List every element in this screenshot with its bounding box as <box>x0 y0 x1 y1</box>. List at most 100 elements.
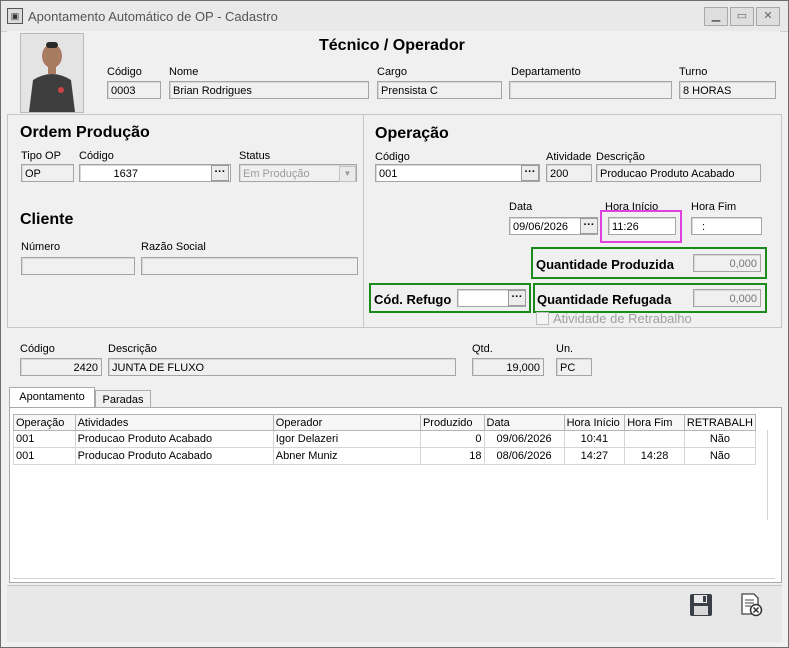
descricao-label: Descrição <box>596 151 645 163</box>
title-bar: ▣ Apontamento Automático de OP - Cadastr… <box>1 1 788 32</box>
status-label: Status <box>239 150 271 162</box>
qtd-produzida-label: Quantidade Produzida <box>536 257 674 272</box>
cell-hora-fim: 14:28 <box>624 447 685 465</box>
turno-label: Turno <box>679 66 708 78</box>
column-header-operacao[interactable]: Operação <box>13 414 76 431</box>
date-picker-button[interactable]: ··· <box>580 218 598 234</box>
cell-retrabalho: Não <box>683 430 757 448</box>
cliente-heading: Cliente <box>20 211 74 228</box>
app-icon: ▣ <box>7 8 23 24</box>
cell-atividade: Producao Produto Acabado <box>74 447 274 465</box>
operator-code-label: Código <box>107 66 142 78</box>
column-header-data[interactable]: Data <box>483 414 565 431</box>
cell-hora-fim <box>624 430 685 448</box>
cod-refugo-label: Cód. Refugo <box>374 292 452 307</box>
column-header-atividades[interactable]: Atividades <box>74 414 274 431</box>
column-header-hora-fim[interactable]: Hora Fim <box>624 414 685 431</box>
departamento-label: Departamento <box>511 66 581 78</box>
tab-apontamento[interactable]: Apontamento <box>9 387 95 408</box>
cell-operacao: 001 <box>13 430 76 448</box>
hora-fim-label: Hora Fim <box>691 201 737 213</box>
qtd-label: Qtd. <box>472 343 493 355</box>
cell-retrabalho: Não <box>683 447 757 465</box>
operator-heading: Técnico / Operador <box>319 37 465 54</box>
operacao-panel: Operação Código 001 ··· Atividade 200 De… <box>363 114 782 328</box>
data-label: Data <box>509 201 533 213</box>
operacao-code-label: Código <box>375 151 410 163</box>
cliente-numero-field <box>21 257 135 275</box>
razao-social-label: Razão Social <box>141 241 206 253</box>
operator-photo <box>20 33 84 113</box>
ordem-code-input[interactable]: 1637 <box>79 164 231 182</box>
operator-panel: Técnico / Operador Código 0003 Nome Bria… <box>7 31 780 113</box>
hora-inicio-highlight <box>600 210 682 243</box>
close-button[interactable]: ✕ <box>756 7 780 26</box>
qtd-refugada-label: Quantidade Refugada <box>537 292 672 307</box>
cell-operador: Igor Delazeri <box>272 430 421 448</box>
unidade-field: PC <box>556 358 592 376</box>
unidade-label: Un. <box>556 343 574 355</box>
chevron-down-icon[interactable]: ▼ <box>339 166 356 182</box>
save-button[interactable] <box>688 592 714 618</box>
cod-refugo-lookup-button[interactable]: ··· <box>508 290 526 306</box>
atividade-label: Atividade <box>546 151 592 163</box>
window-title: Apontamento Automático de OP - Cadastro <box>28 9 278 24</box>
column-header-retrabalho[interactable]: RETRABALH <box>683 414 757 431</box>
operacao-lookup-button[interactable]: ··· <box>521 165 539 181</box>
tipo-op-field: OP <box>21 164 74 182</box>
save-icon <box>690 594 712 616</box>
cancel-document-icon <box>741 593 763 617</box>
cell-hora-inicio: 14:27 <box>563 447 626 465</box>
cliente-numero-label: Número <box>21 241 61 253</box>
qtd-produzida-input[interactable]: 0,000 <box>693 254 761 272</box>
maximize-button[interactable]: ▭ <box>730 7 754 26</box>
ordem-panel: Ordem Produção Tipo OP OP Código 1637 ··… <box>7 114 365 328</box>
cell-data: 09/06/2026 <box>483 430 565 448</box>
atividade-field: 200 <box>546 164 592 182</box>
produto-descricao-label: Descrição <box>108 343 157 355</box>
cargo-label: Cargo <box>377 66 407 78</box>
column-header-produzido[interactable]: Produzido <box>419 414 485 431</box>
operator-name-field: Brian Rodrigues <box>169 81 369 99</box>
ordem-lookup-button[interactable]: ··· <box>211 165 229 181</box>
cell-atividade: Producao Produto Acabado <box>74 430 274 448</box>
turno-field: 8 HORAS <box>679 81 776 99</box>
ordem-heading: Ordem Produção <box>20 124 150 141</box>
cell-data: 08/06/2026 <box>483 447 565 465</box>
descricao-field: Producao Produto Acabado <box>596 164 761 182</box>
minimize-button[interactable]: ▁ <box>704 7 728 26</box>
table-row[interactable]: 001 Producao Produto Acabado Igor Delaze… <box>13 430 757 448</box>
razao-social-field <box>141 257 358 275</box>
grid-hscroll-line <box>13 578 775 579</box>
produto-descricao-field: JUNTA DE FLUXO <box>108 358 456 376</box>
qtd-field: 19,000 <box>472 358 544 376</box>
cell-operador: Abner Muniz <box>272 447 421 465</box>
column-header-hora-inicio[interactable]: Hora Início <box>563 414 626 431</box>
person-avatar-icon <box>21 34 83 112</box>
cancel-button[interactable] <box>738 592 764 618</box>
tipo-op-label: Tipo OP <box>21 150 61 162</box>
produto-code-label: Código <box>20 343 55 355</box>
table-header-row: Operação Atividades Operador Produzido D… <box>13 414 757 431</box>
hora-fim-input[interactable]: : <box>691 217 762 235</box>
operator-name-label: Nome <box>169 66 199 78</box>
operacao-code-input[interactable]: 001 <box>375 164 540 182</box>
produto-panel: Código 2420 Descrição JUNTA DE FLUXO Qtd… <box>7 328 780 384</box>
produto-code-field: 2420 <box>20 358 102 376</box>
cell-produzido: 0 <box>419 430 485 448</box>
grid-scrollbar[interactable] <box>767 430 776 520</box>
table-row[interactable]: 001 Producao Produto Acabado Abner Muniz… <box>13 447 757 465</box>
cell-produzido: 18 <box>419 447 485 465</box>
column-header-operador[interactable]: Operador <box>272 414 421 431</box>
bottom-toolbar <box>7 585 782 642</box>
operacao-heading: Operação <box>375 125 449 142</box>
operator-code-field: 0003 <box>107 81 161 99</box>
cell-operacao: 001 <box>13 447 76 465</box>
retrabalho-label: Atividade de Retrabalho <box>553 311 692 326</box>
qtd-refugada-input[interactable]: 0,000 <box>693 289 761 307</box>
cargo-field: Prensista C <box>377 81 502 99</box>
apontamento-table: Operação Atividades Operador Produzido D… <box>13 414 757 465</box>
app-window: ▣ Apontamento Automático de OP - Cadastr… <box>0 0 789 648</box>
ordem-code-label: Código <box>79 150 114 162</box>
retrabalho-checkbox[interactable] <box>536 312 549 325</box>
